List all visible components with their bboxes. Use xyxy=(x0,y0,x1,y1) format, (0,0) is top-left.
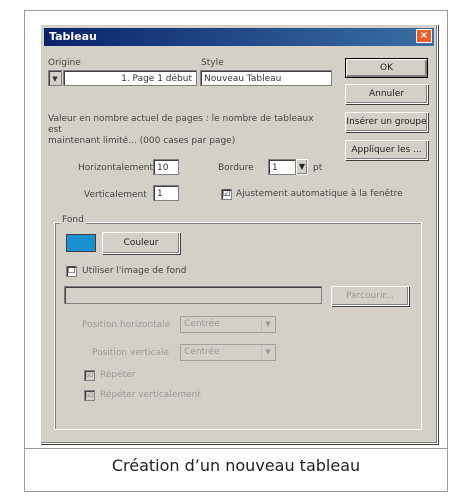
origin-label: Origine xyxy=(48,58,81,68)
chevron-down-icon: ▼ xyxy=(261,318,274,331)
close-button[interactable]: × xyxy=(416,29,432,43)
dialog-title: Tableau xyxy=(49,30,97,43)
insert-group-button[interactable]: Insérer un groupe xyxy=(345,112,428,132)
color-button[interactable]: Couleur xyxy=(102,232,180,254)
repeat-y-checkbox[interactable]: ☑ xyxy=(84,390,95,401)
dialog-titlebar: Tableau × xyxy=(44,28,434,46)
auto-fit-label: Ajustement automatique à la fenêtre xyxy=(236,189,403,199)
use-image-label: Utiliser l'image de fond xyxy=(82,266,187,276)
horizontal-field[interactable]: 10 xyxy=(153,159,179,175)
apply-button[interactable]: Appliquer les ... xyxy=(345,140,428,160)
ok-button[interactable]: OK xyxy=(345,58,428,78)
chevron-down-icon: ▼ xyxy=(52,75,58,83)
style-label: Style xyxy=(201,58,224,68)
browse-button[interactable]: Parcourir... xyxy=(331,286,409,306)
auto-fit-checkbox[interactable]: ☑ xyxy=(221,189,232,200)
repeat-x-label: Répéter xyxy=(100,370,136,380)
background-color-swatch[interactable] xyxy=(66,234,96,252)
h-position-label: Position horizontale xyxy=(82,320,171,330)
v-position-value: Centrée xyxy=(184,347,220,357)
v-position-dropdown[interactable]: Centrée ▼ xyxy=(180,344,276,361)
style-field[interactable]: Nouveau Tableau xyxy=(200,70,332,86)
repeat-y-label: Répéter verticalement xyxy=(100,390,201,400)
horizontal-label: Horizontalement xyxy=(78,163,154,173)
close-icon: × xyxy=(419,30,429,41)
v-position-label: Position verticale xyxy=(92,348,169,358)
background-group-label: Fond xyxy=(60,215,86,225)
image-path-field[interactable] xyxy=(64,286,322,304)
chevron-down-icon: ▼ xyxy=(261,346,274,359)
h-position-value: Centrée xyxy=(184,319,220,329)
origin-field[interactable]: 1. Page 1 début xyxy=(63,70,197,86)
vertical-field[interactable]: 1 xyxy=(153,185,179,201)
caption-divider xyxy=(24,448,448,449)
origin-select-button[interactable]: ▼ xyxy=(48,70,62,86)
border-field[interactable]: 1 xyxy=(268,159,296,175)
border-label: Bordure xyxy=(218,163,254,173)
border-dropdown[interactable]: ▼ xyxy=(296,159,308,175)
cancel-button[interactable]: Annuler xyxy=(345,84,428,104)
info-note: Valeur en nombre actuel de pages : le no… xyxy=(48,114,314,146)
vertical-label: Verticalement xyxy=(84,190,147,200)
border-unit: pt xyxy=(313,163,323,173)
repeat-x-checkbox[interactable]: ☑ xyxy=(84,370,95,381)
h-position-dropdown[interactable]: Centrée ▼ xyxy=(180,316,276,333)
figure-caption: Création d’un nouveau tableau xyxy=(111,456,361,475)
chevron-down-icon: ▼ xyxy=(298,162,306,171)
use-image-checkbox[interactable]: ☐ xyxy=(66,266,77,277)
